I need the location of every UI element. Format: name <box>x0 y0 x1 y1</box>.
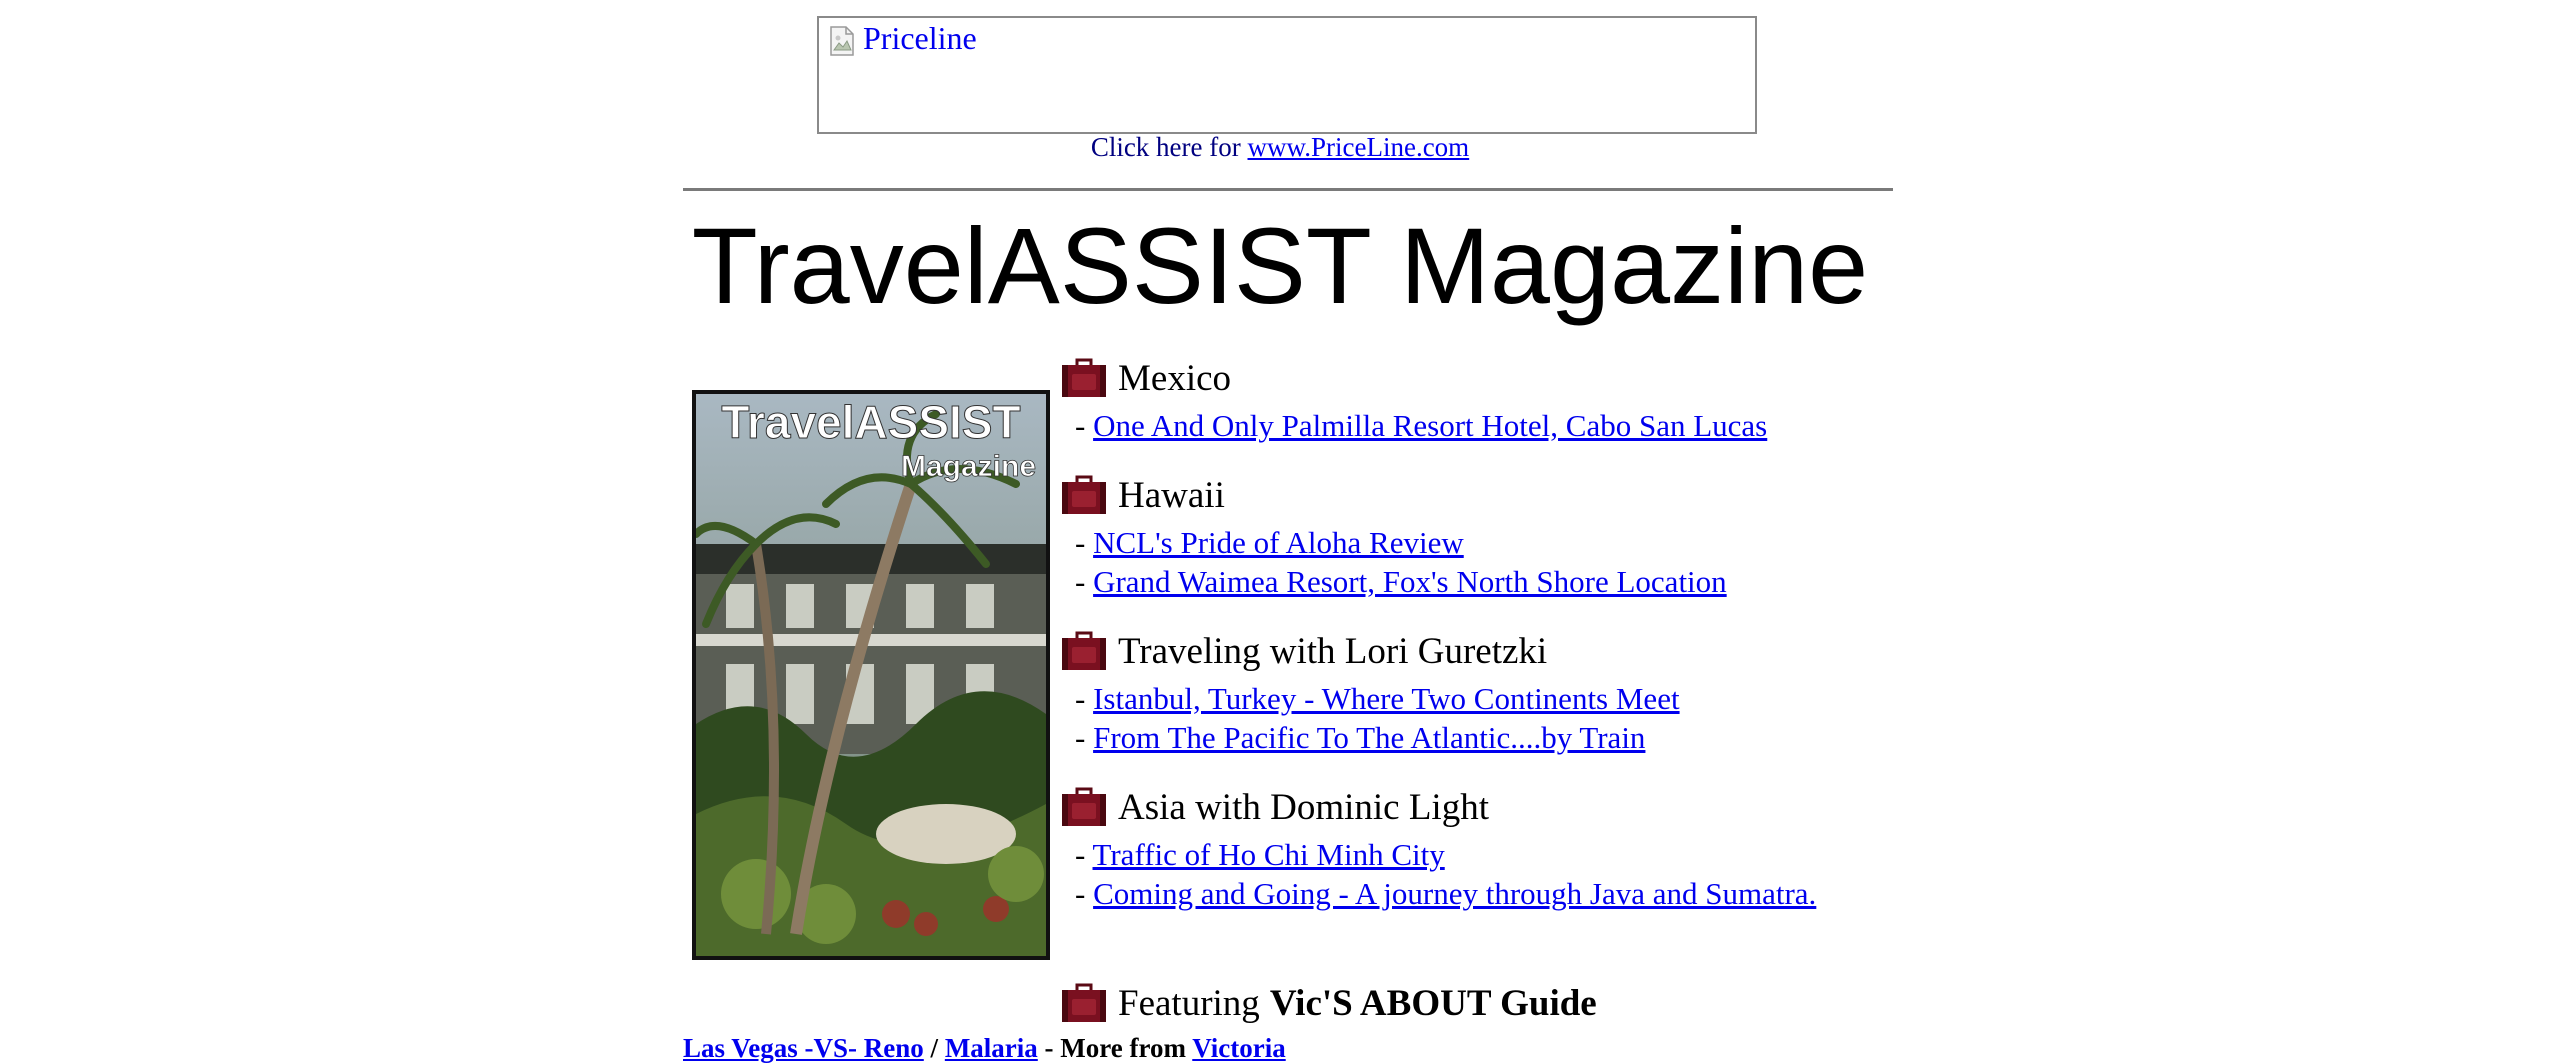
article-link[interactable]: Coming and Going - A journey through Jav… <box>1093 876 1816 911</box>
priceline-caption: Click here for www.PriceLine.com <box>0 132 2560 163</box>
horizontal-divider <box>683 188 1893 191</box>
broken-image-icon <box>830 26 854 56</box>
victoria-link[interactable]: Victoria <box>1192 1033 1285 1063</box>
article-link[interactable]: NCL's Pride of Aloha Review <box>1093 525 1464 560</box>
section-title: Asia with Dominic Light <box>1118 786 1489 828</box>
magazine-cover-image[interactable]: TravelASSIST Magazine <box>692 390 1050 960</box>
section-heading: Traveling with Lori Guretzki <box>1060 623 1960 679</box>
article-link[interactable]: Grand Waimea Resort, Fox's North Shore L… <box>1093 564 1727 599</box>
section-title: Mexico <box>1118 357 1232 399</box>
section-heading: Mexico <box>1060 350 1960 406</box>
article-link[interactable]: Traffic of Ho Chi Minh City <box>1093 837 1445 872</box>
cover-title-text: TravelASSIST <box>721 396 1020 448</box>
featuring-guide-name: Vic'S ABOUT Guide <box>1269 982 1597 1024</box>
article-sections: Mexico - One And Only Palmilla Resort Ho… <box>1060 350 1960 913</box>
list-item: - One And Only Palmilla Resort Hotel, Ca… <box>1075 408 1768 443</box>
section-heading: Hawaii <box>1060 467 1960 523</box>
article-link[interactable]: From The Pacific To The Atlantic....by T… <box>1093 720 1645 755</box>
article-link[interactable]: Istanbul, Turkey - Where Two Continents … <box>1093 681 1680 716</box>
more-from-text: - More from <box>1044 1033 1186 1063</box>
list-item: - Grand Waimea Resort, Fox's North Shore… <box>1075 564 1727 599</box>
page-title: TravelASSIST Magazine <box>691 205 1869 326</box>
priceline-ad-banner[interactable]: Priceline <box>817 16 1757 134</box>
list-item: - From The Pacific To The Atlantic....by… <box>1075 720 1646 755</box>
section-dominic-light: Asia with Dominic Light - Traffic of Ho … <box>1060 779 1960 913</box>
priceline-link[interactable]: www.PriceLine.com <box>1248 132 1470 162</box>
suitcase-icon <box>1062 358 1106 397</box>
suitcase-icon <box>1062 983 1106 1022</box>
section-mexico: Mexico - One And Only Palmilla Resort Ho… <box>1060 350 1960 445</box>
list-item: - Coming and Going - A journey through J… <box>1075 876 1817 911</box>
suitcase-icon <box>1062 631 1106 670</box>
section-heading: Asia with Dominic Light <box>1060 779 1960 835</box>
section-title: Traveling with Lori Guretzki <box>1118 630 1548 672</box>
malaria-link[interactable]: Malaria <box>945 1033 1038 1063</box>
list-item: - Traffic of Ho Chi Minh City <box>1075 837 1445 872</box>
section-hawaii: Hawaii - NCL's Pride of Aloha Review - G… <box>1060 467 1960 601</box>
suitcase-icon <box>1062 787 1106 826</box>
featuring-heading: Featuring Vic'S ABOUT Guide <box>1060 975 1597 1031</box>
article-link[interactable]: One And Only Palmilla Resort Hotel, Cabo… <box>1093 408 1767 443</box>
bottom-links-row: Las Vegas -VS- Reno / Malaria - More fro… <box>683 1033 1286 1064</box>
las-vegas-reno-link[interactable]: Las Vegas -VS- Reno <box>683 1033 924 1063</box>
list-item: - Istanbul, Turkey - Where Two Continent… <box>1075 681 1680 716</box>
section-title: Hawaii <box>1118 474 1225 516</box>
section-lori-guretzki: Traveling with Lori Guretzki - Istanbul,… <box>1060 623 1960 757</box>
list-item: - NCL's Pride of Aloha Review <box>1075 525 1464 560</box>
click-prefix: Click here for <box>1090 132 1241 162</box>
cover-subtitle-text: Magazine <box>901 450 1036 483</box>
separator: / <box>930 1033 939 1063</box>
featuring-prefix: Featuring <box>1118 982 1260 1024</box>
ad-alt-text[interactable]: Priceline <box>863 20 977 57</box>
suitcase-icon <box>1062 475 1106 514</box>
